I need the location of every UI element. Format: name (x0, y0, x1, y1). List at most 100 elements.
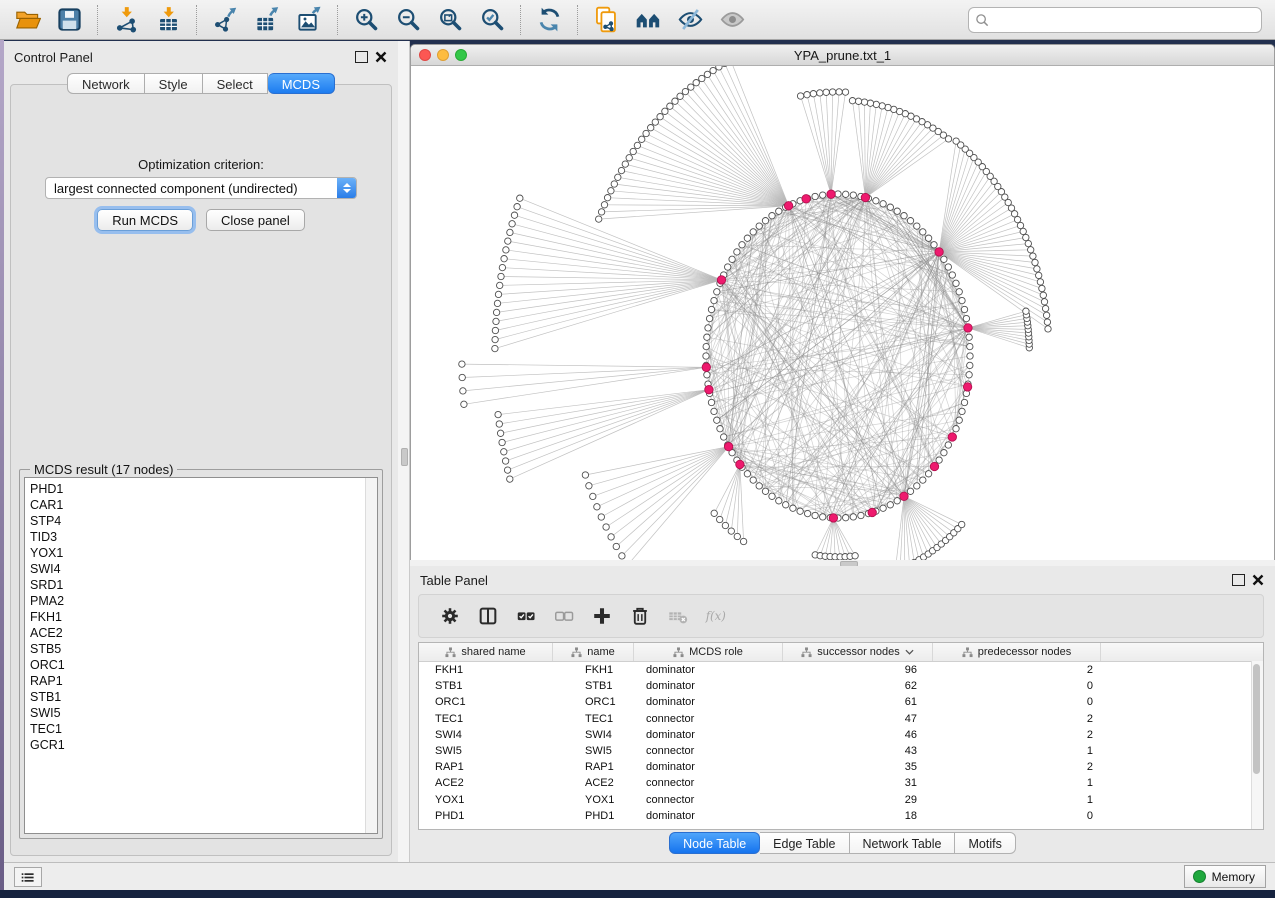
table-row[interactable]: RAP1RAP1dominator352 (419, 759, 1263, 775)
tab-network-table[interactable]: Network Table (850, 832, 956, 854)
mcds-result-node[interactable]: SWI4 (30, 561, 363, 577)
mcds-result-list: PHD1CAR1STP4TID3YOX1SWI4SRD1PMA2FKH1ACE2… (24, 477, 378, 834)
svg-text:f(x): f(x) (705, 609, 726, 623)
tab-select[interactable]: Select (203, 73, 268, 94)
tab-node-table[interactable]: Node Table (669, 832, 760, 854)
table-row[interactable]: YOX1YOX1connector291 (419, 792, 1263, 808)
refresh-button[interactable] (528, 1, 570, 39)
memory-button[interactable]: Memory (1184, 865, 1266, 888)
column-header-shared-name[interactable]: shared name (419, 643, 553, 661)
hide-selected-button[interactable] (669, 1, 711, 39)
tab-mcds[interactable]: MCDS (268, 73, 335, 94)
network-window-titlebar[interactable]: YPA_prune.txt_1 (411, 45, 1274, 66)
run-mcds-button[interactable]: Run MCDS (97, 209, 193, 231)
cell: 18 (783, 810, 933, 822)
table-settings-button[interactable] (431, 598, 469, 634)
function-builder-button[interactable]: f(x) (697, 598, 735, 634)
zoom-fit-button[interactable] (429, 1, 471, 39)
splitter-grip[interactable] (401, 448, 408, 466)
vertical-splitter[interactable] (398, 41, 410, 862)
tab-edge-table[interactable]: Edge Table (760, 832, 849, 854)
column-header-predecessor-nodes[interactable]: predecessor nodes (933, 643, 1101, 661)
save-icon (56, 6, 83, 33)
save-button[interactable] (48, 1, 90, 39)
mcds-result-node[interactable]: GCR1 (30, 737, 363, 753)
zoom-selected-button[interactable] (471, 1, 513, 39)
new-network-from-selection-icon (593, 6, 620, 33)
table-row[interactable]: STB1STB1dominator620 (419, 678, 1263, 694)
tab-style[interactable]: Style (145, 73, 203, 94)
mcds-result-node[interactable]: SWI5 (30, 705, 363, 721)
tab-motifs[interactable]: Motifs (955, 832, 1015, 854)
mcds-result-node[interactable]: PMA2 (30, 593, 363, 609)
export-table-button[interactable] (246, 1, 288, 39)
table-row[interactable]: ACE2ACE2connector311 (419, 775, 1263, 791)
close-panel-icon[interactable] (375, 50, 389, 64)
deselect-all-button[interactable] (545, 598, 583, 634)
table-row[interactable]: SWI4SWI4dominator462 (419, 727, 1263, 743)
export-image-button[interactable] (288, 1, 330, 39)
import-table-button[interactable] (147, 1, 189, 39)
control-panel: Control Panel Optimization criterion: la… (4, 41, 398, 862)
import-network-button[interactable] (105, 1, 147, 39)
zoom-in-button[interactable] (345, 1, 387, 39)
mcds-result-node[interactable]: ORC1 (30, 657, 363, 673)
column-header-name[interactable]: name (553, 643, 634, 661)
task-history-button[interactable] (14, 867, 42, 887)
column-header-MCDS-role[interactable]: MCDS role (634, 643, 783, 661)
first-neighbors-button[interactable] (627, 1, 669, 39)
select-all-button[interactable] (507, 598, 545, 634)
mcds-result-node[interactable]: PHD1 (30, 481, 363, 497)
mcds-result-node[interactable]: ACE2 (30, 625, 363, 641)
table-scrollbar-thumb[interactable] (1253, 664, 1260, 774)
search-input[interactable] (994, 10, 1261, 30)
float-window-icon[interactable] (355, 51, 368, 63)
cell: 2 (933, 761, 1101, 773)
cell: ORC1 (419, 696, 553, 708)
mcds-result-node[interactable]: RAP1 (30, 673, 363, 689)
result-list-scrollbar[interactable] (365, 478, 377, 833)
close-panel-icon[interactable] (1252, 573, 1266, 587)
mcds-result-node[interactable]: TEC1 (30, 721, 363, 737)
table-row[interactable]: FKH1FKH1dominator962 (419, 662, 1263, 678)
table-row[interactable]: ORC1ORC1dominator610 (419, 694, 1263, 710)
show-all-button[interactable] (711, 1, 753, 39)
delete-table-button[interactable] (659, 598, 697, 634)
tab-network[interactable]: Network (67, 73, 145, 94)
mcds-result-node[interactable]: FKH1 (30, 609, 363, 625)
export-network-button[interactable] (204, 1, 246, 39)
cell: 1 (933, 777, 1101, 789)
table-body: FKH1FKH1dominator962STB1STB1dominator620… (419, 662, 1263, 824)
mcds-result-node[interactable]: STB5 (30, 641, 363, 657)
cell: 0 (933, 810, 1101, 822)
open-file-button[interactable] (6, 1, 48, 39)
mcds-result-node[interactable]: STP4 (30, 513, 363, 529)
criterion-select[interactable]: largest connected component (undirected) (45, 177, 357, 199)
table-row[interactable]: PHD1PHD1dominator180 (419, 808, 1263, 824)
column-header-successor-nodes[interactable]: successor nodes (783, 643, 933, 661)
toolbar-separator (196, 5, 197, 35)
show-columns-button[interactable] (469, 598, 507, 634)
network-graph-canvas[interactable] (411, 66, 1274, 560)
cell: YOX1 (419, 794, 553, 806)
table-scrollbar[interactable] (1251, 661, 1263, 829)
mcds-result-node[interactable]: CAR1 (30, 497, 363, 513)
mcds-panel: Optimization criterion: largest connecte… (10, 84, 392, 856)
add-column-button[interactable] (583, 598, 621, 634)
close-panel-button[interactable]: Close panel (206, 209, 305, 231)
mcds-result-node[interactable]: TID3 (30, 529, 363, 545)
table-row[interactable]: SWI5SWI5connector431 (419, 743, 1263, 759)
float-window-icon[interactable] (1232, 574, 1245, 586)
table-row[interactable]: TEC1TEC1connector472 (419, 711, 1263, 727)
delete-column-button[interactable] (621, 598, 659, 634)
control-panel-title: Control Panel (14, 50, 93, 65)
mcds-result-node[interactable]: STB1 (30, 689, 363, 705)
cell: FKH1 (419, 664, 553, 676)
mcds-result-node[interactable]: SRD1 (30, 577, 363, 593)
cell: SWI4 (553, 729, 634, 741)
first-neighbors-icon (635, 6, 662, 33)
new-network-from-selection-button[interactable] (585, 1, 627, 39)
zoom-out-button[interactable] (387, 1, 429, 39)
mcds-result-node[interactable]: YOX1 (30, 545, 363, 561)
cell: 31 (783, 777, 933, 789)
